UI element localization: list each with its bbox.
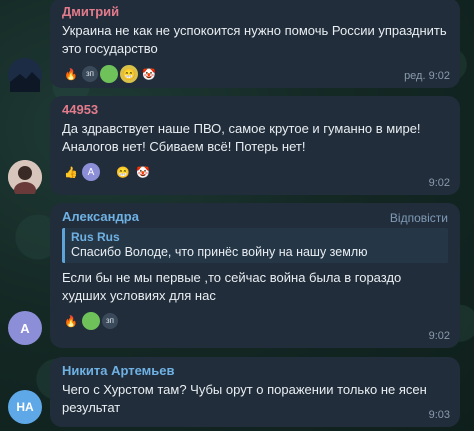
reaction-avatar-green[interactable] — [100, 65, 118, 83]
author-name[interactable]: 44953 — [62, 102, 448, 117]
avatar[interactable]: A — [8, 311, 42, 345]
message-text: Чего с Хурстом там? Чубы орут о поражени… — [62, 382, 427, 415]
reaction-avatar-tag[interactable]: зп — [82, 66, 98, 82]
message-time: 9:02 — [428, 330, 450, 342]
message-bubble[interactable]: Никита Артемьев Чего с Хурстом там? Чубы… — [50, 357, 460, 427]
reaction-avatar-grin-icon[interactable]: 😁 — [120, 65, 138, 83]
message-bubble[interactable]: Дмитрий Украина не как не успокоится нуж… — [50, 0, 460, 88]
message-text: Да здравствует наше ПВО, самое крутое и … — [62, 121, 421, 154]
quote-text: Спасибо Володе, что принёс войну на нашу… — [71, 245, 368, 259]
quote-author: Rus Rus — [71, 230, 120, 244]
fire-reaction[interactable]: 🔥 — [62, 65, 80, 83]
message-text: Если бы не мы первые ,то сейчас война бы… — [62, 270, 402, 303]
quoted-message[interactable]: Rus Rus Спасибо Володе, что принёс войну… — [62, 228, 448, 263]
message-text: Украина не как не успокоится нужно помоч… — [62, 23, 447, 56]
message-bubble[interactable]: Александра Відповісти Rus Rus Спасибо Во… — [50, 203, 460, 348]
fire-reaction[interactable]: 🔥 — [62, 312, 80, 330]
reaction-avatar-letter[interactable]: A — [82, 163, 100, 181]
reactions-row: 🔥 зп — [62, 311, 448, 331]
reactions-row: 🔥 зп 😁 🤡 — [62, 64, 448, 84]
thumbs-up-reaction[interactable]: 👍 — [62, 163, 80, 181]
message-time: 9:03 — [428, 409, 450, 421]
landscape-avatar-icon — [8, 58, 42, 92]
message-bubble[interactable]: 44953 Да здравствует наше ПВО, самое кру… — [50, 96, 460, 195]
clown-reaction[interactable]: 🤡 — [134, 163, 152, 181]
avatar[interactable]: НА — [8, 390, 42, 424]
avatar[interactable] — [8, 160, 42, 194]
message-time: 9:02 — [428, 177, 450, 189]
reply-link[interactable]: Відповісти — [390, 211, 448, 225]
grin-reaction[interactable]: 😁 — [114, 163, 132, 181]
reaction-avatar-green[interactable] — [82, 312, 100, 330]
avatar[interactable] — [8, 58, 42, 92]
clown-reaction[interactable]: 🤡 — [140, 65, 158, 83]
message-time: ред. 9:02 — [404, 70, 450, 82]
reactions-row: 👍 A 😁 🤡 — [62, 162, 448, 182]
author-name[interactable]: Никита Артемьев — [62, 363, 448, 378]
person-avatar-icon — [8, 160, 42, 194]
author-name[interactable]: Дмитрий — [62, 4, 448, 19]
reaction-avatar-tag[interactable]: зп — [102, 313, 118, 329]
